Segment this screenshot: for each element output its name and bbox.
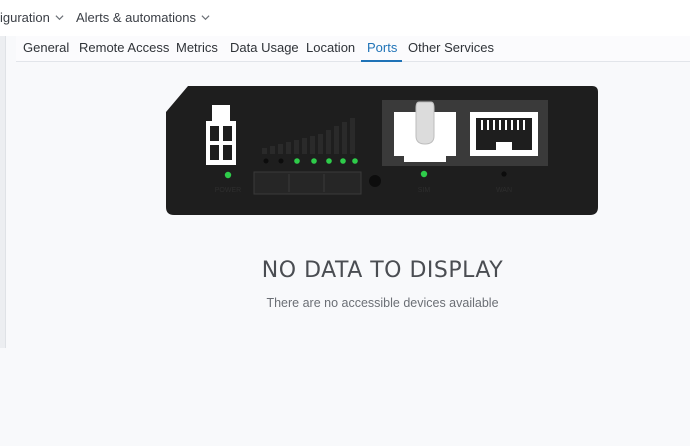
status-led (294, 158, 300, 164)
tab-remote-access[interactable]: Remote Access (79, 40, 169, 55)
power-led (224, 171, 232, 179)
wan-port-label: WAN (496, 187, 512, 194)
chevron-down-icon (201, 15, 210, 21)
button-panel (253, 171, 362, 195)
tab-ports[interactable]: Ports (367, 40, 397, 55)
reset-hole (369, 175, 381, 187)
tab-other-services[interactable]: Other Services (408, 40, 494, 55)
empty-state-subtitle: There are no accessible devices availabl… (266, 296, 499, 310)
top-nav: iguration Alerts & automations (0, 0, 690, 36)
active-tab-indicator (361, 60, 402, 62)
wan-led (501, 171, 507, 177)
nav-menu-alerts-automations[interactable]: Alerts & automations (76, 10, 210, 25)
power-port-label: POWER (215, 187, 241, 194)
sim-led (420, 170, 428, 178)
status-led (278, 158, 284, 164)
sim-port-label: SIM (418, 187, 431, 194)
status-led (326, 158, 332, 164)
chevron-down-icon (55, 15, 64, 21)
tab-bar: General Remote Access Metrics Data Usage… (16, 36, 690, 62)
status-led (311, 158, 317, 164)
status-led (352, 158, 358, 164)
nav-menu-alerts-label: Alerts & automations (76, 10, 196, 25)
nav-menu-configuration[interactable]: iguration (0, 10, 64, 25)
device-ports-illustration: POWER SIM WAN (166, 86, 598, 215)
tab-data-usage[interactable]: Data Usage (230, 40, 299, 55)
tab-location[interactable]: Location (306, 40, 355, 55)
tab-general[interactable]: General (23, 40, 69, 55)
nav-menu-configuration-label: iguration (0, 10, 50, 25)
status-led (263, 158, 269, 164)
empty-state-title: NO DATA TO DISPLAY (261, 258, 504, 283)
sim-card (415, 101, 435, 145)
status-led (340, 158, 346, 164)
tab-metrics[interactable]: Metrics (176, 40, 218, 55)
